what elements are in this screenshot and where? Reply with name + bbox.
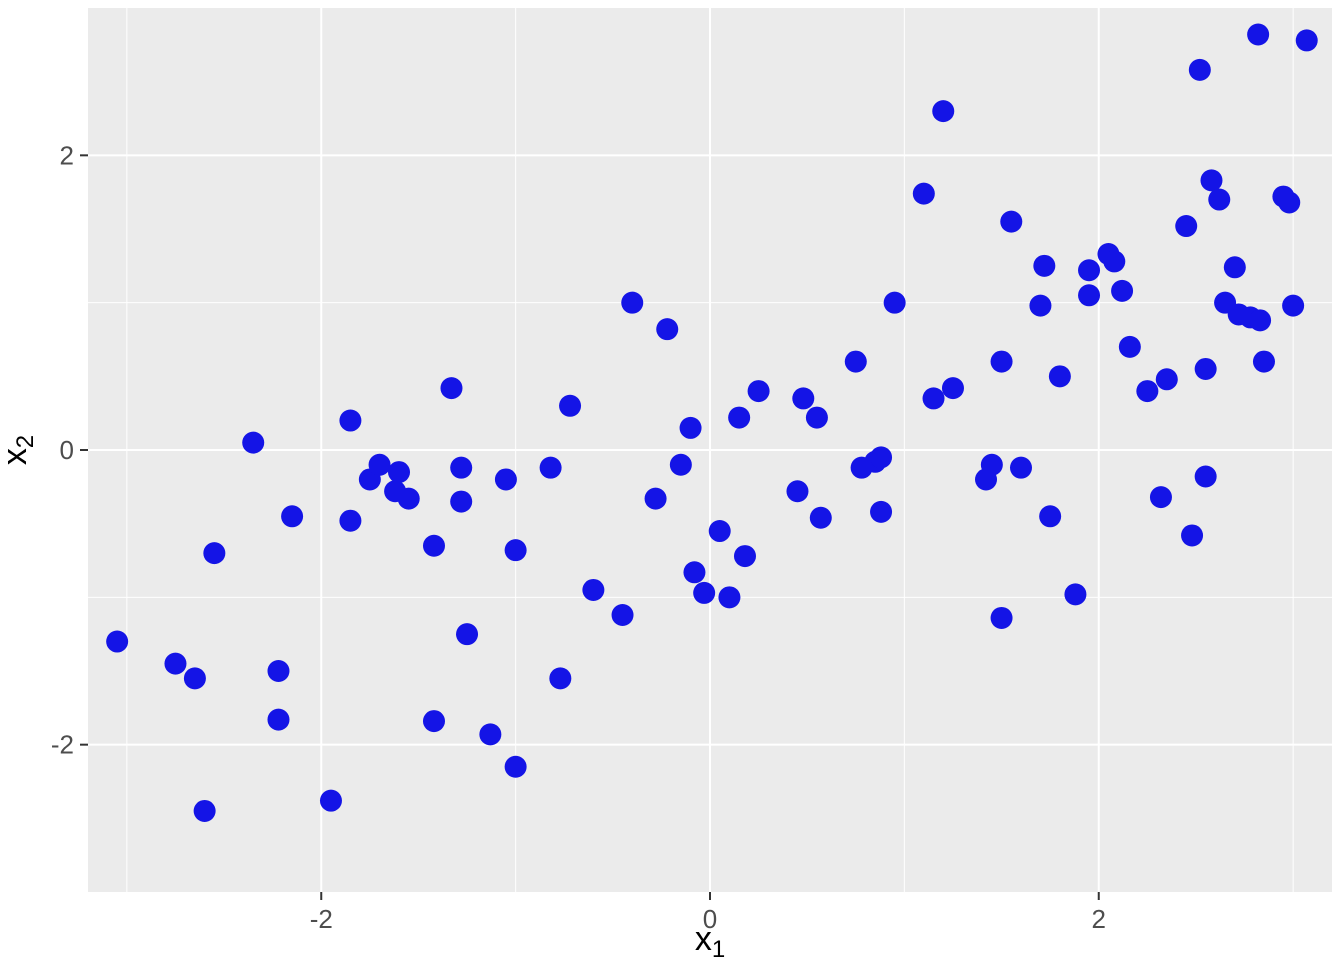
data-point — [1033, 255, 1055, 277]
data-point — [1195, 358, 1217, 380]
data-point — [505, 756, 527, 778]
data-point — [1078, 259, 1100, 281]
data-point — [1200, 169, 1222, 191]
data-point — [1064, 583, 1086, 605]
data-point — [450, 457, 472, 479]
data-point — [267, 709, 289, 731]
data-point — [991, 351, 1013, 373]
data-point — [267, 660, 289, 682]
data-point — [1296, 29, 1318, 51]
data-point — [106, 631, 128, 653]
data-point — [884, 292, 906, 314]
data-point — [479, 723, 501, 745]
data-point — [1156, 368, 1178, 390]
data-point — [495, 468, 517, 490]
data-point — [450, 491, 472, 513]
data-point — [1078, 284, 1100, 306]
data-point — [369, 454, 391, 476]
data-point — [991, 607, 1013, 629]
data-point — [1175, 215, 1197, 237]
data-point — [870, 446, 892, 468]
data-point — [645, 488, 667, 510]
data-point — [942, 377, 964, 399]
data-point — [718, 586, 740, 608]
data-point — [1195, 466, 1217, 488]
data-point — [792, 387, 814, 409]
data-point — [683, 561, 705, 583]
data-point — [923, 387, 945, 409]
data-point — [505, 539, 527, 561]
scatter-chart: -202-202x1x2 — [0, 0, 1344, 960]
data-point — [549, 667, 571, 689]
data-point — [680, 417, 702, 439]
data-point — [1224, 256, 1246, 278]
data-point — [1181, 524, 1203, 546]
data-point — [693, 582, 715, 604]
chart-svg: -202-202x1x2 — [0, 0, 1344, 960]
data-point — [320, 790, 342, 812]
data-point — [423, 535, 445, 557]
data-point — [440, 377, 462, 399]
data-point — [913, 183, 935, 205]
data-point — [339, 410, 361, 432]
x-tick-label: 2 — [1092, 904, 1106, 934]
data-point — [1010, 457, 1032, 479]
y-tick-label: 0 — [60, 435, 74, 465]
data-point — [540, 457, 562, 479]
data-point — [164, 653, 186, 675]
data-point — [810, 507, 832, 529]
data-point — [1136, 380, 1158, 402]
data-point — [1039, 505, 1061, 527]
data-point — [748, 380, 770, 402]
y-tick-label: 2 — [60, 140, 74, 170]
data-point — [184, 667, 206, 689]
data-point — [786, 480, 808, 502]
data-point — [734, 545, 756, 567]
data-point — [656, 318, 678, 340]
data-point — [1049, 365, 1071, 387]
data-point — [339, 510, 361, 532]
data-point — [1029, 295, 1051, 317]
data-point — [845, 351, 867, 373]
data-point — [728, 407, 750, 429]
data-point — [203, 542, 225, 564]
data-point — [1189, 59, 1211, 81]
data-point — [1000, 211, 1022, 233]
data-point — [388, 461, 410, 483]
data-point — [398, 488, 420, 510]
data-point — [670, 454, 692, 476]
data-point — [559, 395, 581, 417]
data-point — [1282, 295, 1304, 317]
data-point — [582, 579, 604, 601]
data-point — [621, 292, 643, 314]
data-point — [1249, 309, 1271, 331]
y-tick-label: -2 — [51, 730, 74, 760]
data-point — [281, 505, 303, 527]
data-point — [981, 454, 1003, 476]
data-point — [1119, 336, 1141, 358]
x-axis-title: x1 — [695, 920, 725, 960]
data-point — [612, 604, 634, 626]
data-point — [1278, 191, 1300, 213]
data-point — [194, 800, 216, 822]
data-point — [1103, 250, 1125, 272]
data-point — [1111, 280, 1133, 302]
data-point — [423, 710, 445, 732]
data-point — [806, 407, 828, 429]
data-point — [709, 520, 731, 542]
data-point — [1150, 486, 1172, 508]
data-point — [242, 432, 264, 454]
x-tick-label: -2 — [310, 904, 333, 934]
data-point — [870, 501, 892, 523]
data-point — [456, 623, 478, 645]
data-point — [1208, 189, 1230, 211]
y-axis-title: x2 — [0, 435, 39, 465]
data-point — [1253, 351, 1275, 373]
data-point — [932, 100, 954, 122]
data-point — [1247, 24, 1269, 46]
